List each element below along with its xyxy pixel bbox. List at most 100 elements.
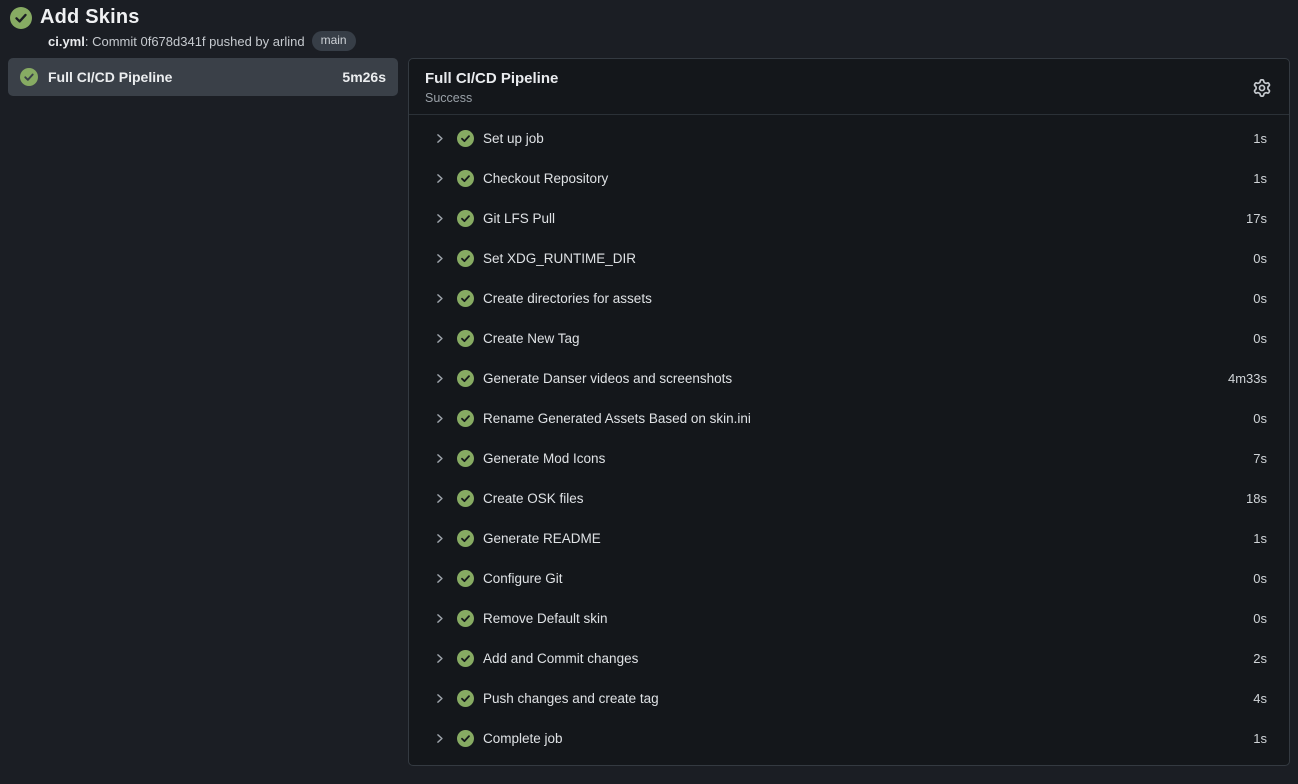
pushed-by-label: pushed by [206, 34, 273, 49]
chevron-right-icon[interactable] [433, 532, 446, 545]
step-name: Set XDG_RUNTIME_DIR [483, 251, 1253, 266]
gear-icon[interactable] [1253, 79, 1271, 97]
run-title-row: Add Skins [10, 6, 1288, 29]
step-name: Git LFS Pull [483, 211, 1246, 226]
step-success-check-icon [457, 250, 474, 267]
chevron-right-icon[interactable] [433, 492, 446, 505]
job-name: Full CI/CD Pipeline [48, 69, 332, 85]
step-success-check-icon [457, 490, 474, 507]
step-success-check-icon [457, 730, 474, 747]
step-duration: 1s [1253, 531, 1267, 546]
step-row[interactable]: Create New Tag 0s [433, 318, 1267, 358]
run-subtitle: ci.yml: Commit 0f678d341f pushed by arli… [48, 31, 1288, 51]
step-name: Add and Commit changes [483, 651, 1253, 666]
chevron-right-icon[interactable] [433, 612, 446, 625]
step-success-check-icon [457, 530, 474, 547]
run-body: Full CI/CD Pipeline 5m26s Full CI/CD Pip… [0, 54, 1298, 784]
step-name: Complete job [483, 731, 1253, 746]
job-detail-header: Full CI/CD Pipeline Success [409, 59, 1289, 115]
author-link[interactable]: arlind [273, 34, 305, 49]
step-success-check-icon [457, 210, 474, 227]
job-success-check-icon [20, 68, 38, 86]
step-success-check-icon [457, 570, 474, 587]
job-detail-titles: Full CI/CD Pipeline Success [425, 70, 558, 105]
chevron-right-icon[interactable] [433, 572, 446, 585]
step-name: Create OSK files [483, 491, 1246, 506]
run-header: Add Skins ci.yml: Commit 0f678d341f push… [0, 0, 1298, 54]
chevron-right-icon[interactable] [433, 252, 446, 265]
step-duration: 1s [1253, 131, 1267, 146]
step-duration: 7s [1253, 451, 1267, 466]
step-success-check-icon [457, 450, 474, 467]
step-duration: 0s [1253, 411, 1267, 426]
run-title: Add Skins [40, 6, 140, 29]
chevron-right-icon[interactable] [433, 172, 446, 185]
step-duration: 1s [1253, 171, 1267, 186]
step-success-check-icon [457, 130, 474, 147]
steps-list: Set up job 1s [409, 115, 1289, 765]
step-success-check-icon [457, 170, 474, 187]
chevron-right-icon[interactable] [433, 332, 446, 345]
step-duration: 4m33s [1228, 371, 1267, 386]
step-success-check-icon [457, 690, 474, 707]
step-row[interactable]: Configure Git 0s [433, 558, 1267, 598]
step-duration: 0s [1253, 251, 1267, 266]
chevron-right-icon[interactable] [433, 412, 446, 425]
step-name: Configure Git [483, 571, 1253, 586]
run-success-check-icon [10, 7, 32, 29]
chevron-right-icon[interactable] [433, 452, 446, 465]
step-name: Create directories for assets [483, 291, 1253, 306]
step-duration: 0s [1253, 571, 1267, 586]
job-item-full-ci-cd-pipeline[interactable]: Full CI/CD Pipeline 5m26s [8, 58, 398, 96]
chevron-right-icon[interactable] [433, 372, 446, 385]
actions-run-page: Add Skins ci.yml: Commit 0f678d341f push… [0, 0, 1298, 784]
branch-badge[interactable]: main [312, 31, 356, 51]
step-duration: 2s [1253, 651, 1267, 666]
step-success-check-icon [457, 330, 474, 347]
step-row[interactable]: Create OSK files 18s [433, 478, 1267, 518]
job-duration: 5m26s [342, 69, 386, 85]
chevron-right-icon[interactable] [433, 732, 446, 745]
step-success-check-icon [457, 650, 474, 667]
step-row[interactable]: Remove Default skin 0s [433, 598, 1267, 638]
step-duration: 4s [1253, 691, 1267, 706]
step-row[interactable]: Complete job 1s [433, 718, 1267, 758]
step-duration: 1s [1253, 731, 1267, 746]
commit-label: : Commit [85, 34, 141, 49]
chevron-right-icon[interactable] [433, 212, 446, 225]
step-row[interactable]: Checkout Repository 1s [433, 158, 1267, 198]
step-row[interactable]: Set up job 1s [433, 118, 1267, 158]
step-success-check-icon [457, 370, 474, 387]
step-duration: 17s [1246, 211, 1267, 226]
step-row[interactable]: Add and Commit changes 2s [433, 638, 1267, 678]
workflow-file-name: ci.yml [48, 34, 85, 49]
step-row[interactable]: Generate Danser videos and screenshots 4… [433, 358, 1267, 398]
step-row[interactable]: Generate README 1s [433, 518, 1267, 558]
step-row[interactable]: Rename Generated Assets Based on skin.in… [433, 398, 1267, 438]
step-row[interactable]: Create directories for assets 0s [433, 278, 1267, 318]
step-name: Generate Danser videos and screenshots [483, 371, 1228, 386]
step-name: Rename Generated Assets Based on skin.in… [483, 411, 1253, 426]
step-name: Generate README [483, 531, 1253, 546]
step-duration: 0s [1253, 611, 1267, 626]
step-row[interactable]: Push changes and create tag 4s [433, 678, 1267, 718]
step-name: Push changes and create tag [483, 691, 1253, 706]
step-row[interactable]: Git LFS Pull 17s [433, 198, 1267, 238]
job-detail-panel: Full CI/CD Pipeline Success [408, 58, 1290, 766]
chevron-right-icon[interactable] [433, 652, 446, 665]
step-row[interactable]: Generate Mod Icons 7s [433, 438, 1267, 478]
step-name: Generate Mod Icons [483, 451, 1253, 466]
step-name: Create New Tag [483, 331, 1253, 346]
chevron-right-icon[interactable] [433, 692, 446, 705]
step-success-check-icon [457, 290, 474, 307]
chevron-right-icon[interactable] [433, 132, 446, 145]
step-duration: 18s [1246, 491, 1267, 506]
step-success-check-icon [457, 610, 474, 627]
step-duration: 0s [1253, 331, 1267, 346]
commit-hash-link[interactable]: 0f678d341f [140, 34, 205, 49]
chevron-right-icon[interactable] [433, 292, 446, 305]
job-status-text: Success [425, 91, 558, 105]
step-name: Set up job [483, 131, 1253, 146]
step-name: Remove Default skin [483, 611, 1253, 626]
step-row[interactable]: Set XDG_RUNTIME_DIR 0s [433, 238, 1267, 278]
